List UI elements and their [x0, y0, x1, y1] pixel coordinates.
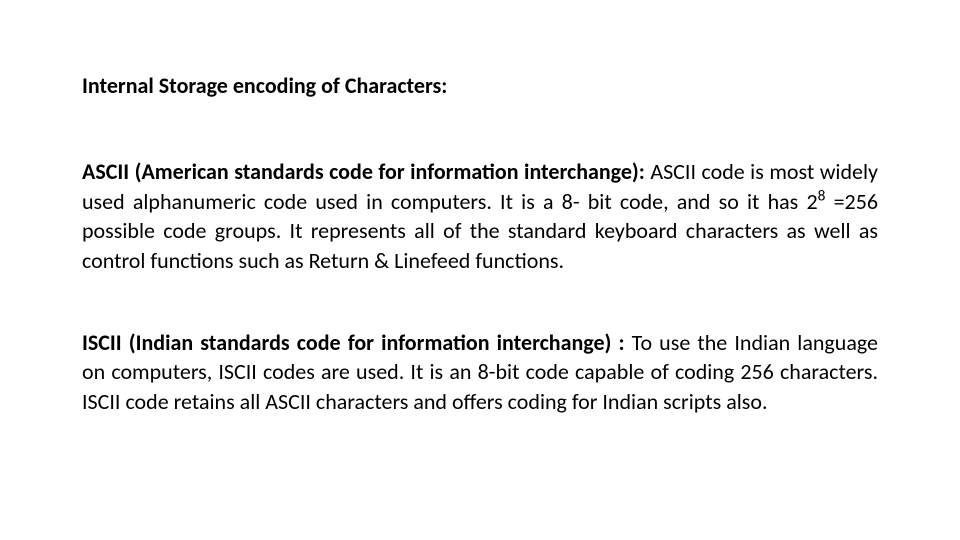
section-heading: Internal Storage encoding of Characters:: [82, 72, 878, 99]
paragraph-iscii: ISCII (Indian standards code for informa…: [82, 328, 878, 417]
document-page: Internal Storage encoding of Characters:…: [0, 0, 960, 417]
paragraph-ascii: ASCII (American standards code for infor…: [82, 157, 878, 276]
term-ascii: ASCII (American standards code for infor…: [82, 158, 645, 185]
term-iscii: ISCII (Indian standards code for informa…: [82, 329, 625, 356]
